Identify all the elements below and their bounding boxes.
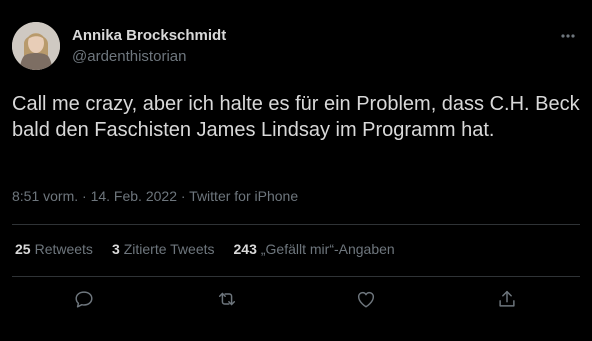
tweet-card: Annika Brockschmidt @ardenthistorian Cal… [0,0,592,341]
tweet-stats: 25 Retweets 3 Zitierte Tweets 243 „Gefällt … [15,241,414,257]
retweet-icon[interactable] [216,288,240,312]
avatar[interactable] [12,22,60,70]
divider [12,276,580,277]
reply-icon[interactable] [73,288,97,312]
author-handle[interactable]: @ardenthistorian [72,48,186,65]
share-icon[interactable] [496,288,520,312]
likes-count: 243 [233,241,257,257]
retweets-label: Retweets [34,241,93,257]
tweet-text: Call me crazy, aber ich halte es für ein… [12,93,580,141]
heart-icon[interactable] [355,288,379,312]
quotes-label: Zitierte Tweets [123,241,215,257]
likes-label: „Gefällt mir“-Angaben [260,241,395,257]
retweets-stat[interactable]: 25 Retweets [15,241,93,257]
quotes-stat[interactable]: 3 Zitierte Tweets [112,241,215,257]
tweet-meta[interactable]: 8:51 vorm. · 14. Feb. 2022 · Twitter for… [12,188,298,204]
likes-stat[interactable]: 243 „Gefällt mir“-Angaben [234,241,395,257]
quotes-count: 3 [111,241,120,257]
action-bar [0,288,592,314]
more-icon[interactable] [556,26,580,46]
divider [12,224,580,225]
author-name[interactable]: Annika Brockschmidt [72,27,226,44]
retweets-count: 25 [15,241,31,257]
